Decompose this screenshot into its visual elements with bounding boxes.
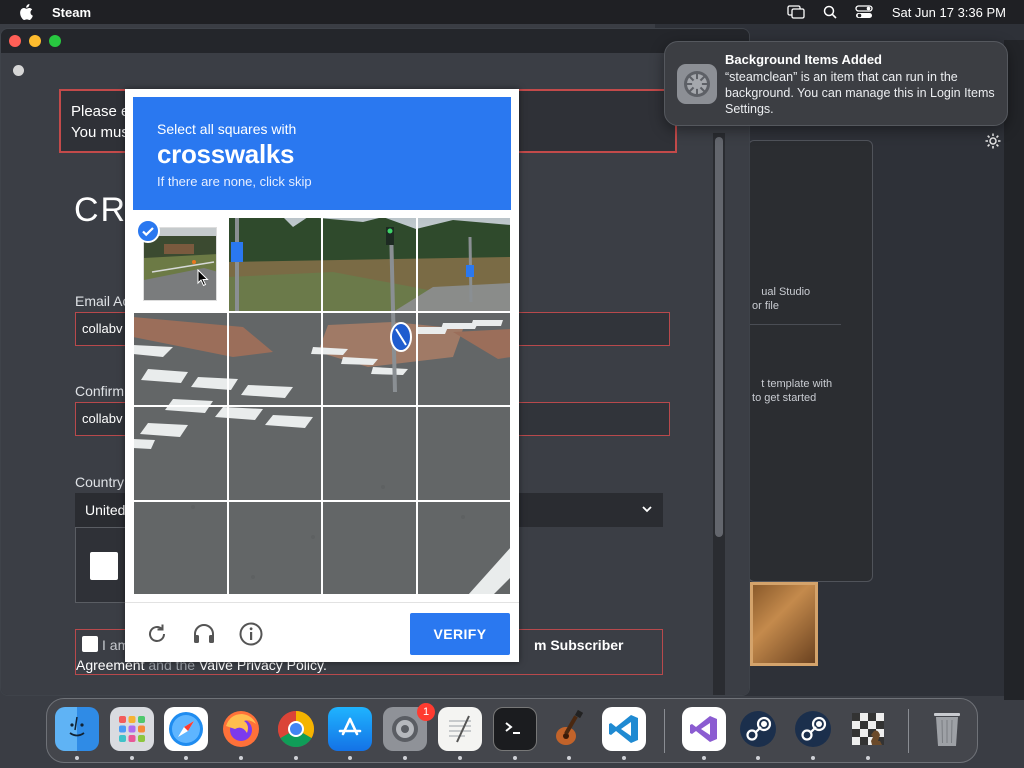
minimize-button[interactable] — [29, 35, 41, 47]
notification-title: Background Items Added — [725, 52, 882, 67]
safari-running-dot — [184, 756, 188, 760]
steam-icon[interactable] — [736, 707, 780, 751]
status-dot — [13, 65, 24, 76]
refresh-icon[interactable] — [144, 621, 170, 647]
visual-studio-panel: ual Studio or file t template with to ge… — [748, 140, 873, 582]
window-titlebar — [1, 29, 749, 53]
captcha-cell-6[interactable] — [227, 311, 322, 406]
system-settings-running-dot — [403, 756, 407, 760]
menubar-clock[interactable]: Sat Jun 17 3:36 PM — [892, 5, 1006, 20]
steam-2-running-dot — [811, 756, 815, 760]
captcha-cell-5[interactable] — [133, 311, 228, 406]
vscode-running-dot — [622, 756, 626, 760]
notification-body: “steamclean” is an item that can run in … — [725, 70, 995, 116]
vscode-icon[interactable] — [602, 707, 646, 751]
info-icon[interactable] — [238, 621, 264, 647]
background-items-notification[interactable]: Background Items Added “steamclean” is a… — [664, 41, 1008, 126]
close-button[interactable] — [9, 35, 21, 47]
captcha-cell-12[interactable] — [416, 406, 511, 501]
chrome-running-dot — [294, 756, 298, 760]
audio-challenge-icon[interactable] — [191, 621, 217, 647]
captcha-target: crosswalks — [157, 139, 295, 169]
steam-icon-2[interactable] — [791, 707, 835, 751]
panel-divider — [749, 324, 841, 325]
visual-studio-icon[interactable] — [682, 707, 726, 751]
firefox-running-dot — [239, 756, 243, 760]
garageband-icon[interactable] — [547, 707, 591, 751]
confirm-email-label: Confirm — [75, 383, 125, 399]
finder-running-dot — [75, 756, 79, 760]
app-store-icon[interactable] — [328, 707, 372, 751]
app-store-running-dot — [348, 756, 352, 760]
country-select-value: United — [85, 502, 126, 518]
captcha-instruction: Select all squares with — [157, 121, 297, 137]
safari-icon[interactable] — [164, 707, 208, 751]
selected-check-icon — [136, 219, 160, 243]
firefox-icon[interactable] — [219, 707, 263, 751]
textedit-icon[interactable] — [438, 707, 482, 751]
chess-board-preview — [750, 582, 818, 666]
mouse-cursor-icon — [197, 268, 209, 287]
visual-studio-running-dot — [702, 756, 706, 760]
captcha-dialog: Select all squares with crosswalks If th… — [125, 89, 519, 662]
launchpad-icon[interactable] — [110, 707, 154, 751]
captcha-cell-4[interactable] — [416, 217, 511, 312]
agreement-checkbox[interactable] — [82, 636, 98, 652]
dock-separator-2 — [908, 709, 909, 753]
background-window-edge — [1004, 40, 1024, 700]
terminal-icon[interactable] — [493, 707, 537, 751]
captcha-cell-15[interactable] — [322, 500, 417, 595]
captcha-cell-10[interactable] — [227, 406, 322, 501]
captcha-cell-7[interactable] — [322, 311, 417, 406]
captcha-hint: If there are none, click skip — [157, 174, 312, 189]
menu-bar: Steam Sat Jun 17 3:36 PM — [0, 0, 1024, 24]
app-menu-steam[interactable]: Steam — [52, 5, 91, 20]
panel-text-template: t template with to get started — [752, 378, 833, 404]
captcha-cell-2[interactable] — [227, 217, 322, 312]
captcha-cell-13[interactable] — [133, 500, 228, 595]
zoom-button[interactable] — [49, 35, 61, 47]
gear-icon[interactable] — [984, 132, 1002, 150]
captcha-cell-3[interactable] — [322, 217, 417, 312]
dock-separator — [664, 709, 665, 753]
panel-text-open: ual Studio or file — [752, 286, 811, 312]
email-label: Email Ac — [75, 293, 130, 309]
captcha-cell-14[interactable] — [227, 500, 322, 595]
search-icon[interactable] — [820, 4, 840, 20]
captcha-cell-9[interactable] — [133, 406, 228, 501]
captcha-header: Select all squares with crosswalks If th… — [133, 97, 511, 210]
apple-icon[interactable] — [18, 4, 34, 20]
finder-icon[interactable] — [55, 707, 99, 751]
captcha-checkbox[interactable] — [90, 552, 118, 580]
steam-running-dot — [756, 756, 760, 760]
settings-badge: 1 — [417, 703, 435, 721]
captcha-cell-16[interactable] — [416, 500, 511, 595]
chrome-icon[interactable] — [274, 707, 318, 751]
system-settings-gear-icon — [677, 64, 717, 104]
captcha-cell-8[interactable] — [416, 311, 511, 406]
terminal-running-dot — [513, 756, 517, 760]
captcha-footer: VERIFY — [125, 602, 519, 662]
subscriber-agreement-link[interactable]: m Subscriber — [534, 635, 623, 655]
dock: 1 — [46, 698, 978, 763]
chess-running-dot — [866, 756, 870, 760]
launchpad-running-dot — [130, 756, 134, 760]
screen-mirroring-icon[interactable] — [786, 4, 806, 20]
control-center-icon[interactable] — [854, 4, 874, 20]
country-label: Country — [75, 474, 125, 490]
trash-icon[interactable] — [925, 707, 969, 751]
verify-button[interactable]: VERIFY — [410, 613, 510, 655]
chevron-down-icon — [639, 501, 655, 517]
textedit-running-dot — [458, 756, 462, 760]
chess-icon[interactable] — [846, 707, 890, 751]
captcha-cell-11[interactable] — [322, 406, 417, 501]
garageband-running-dot — [567, 756, 571, 760]
scrollbar-thumb[interactable] — [715, 137, 723, 537]
